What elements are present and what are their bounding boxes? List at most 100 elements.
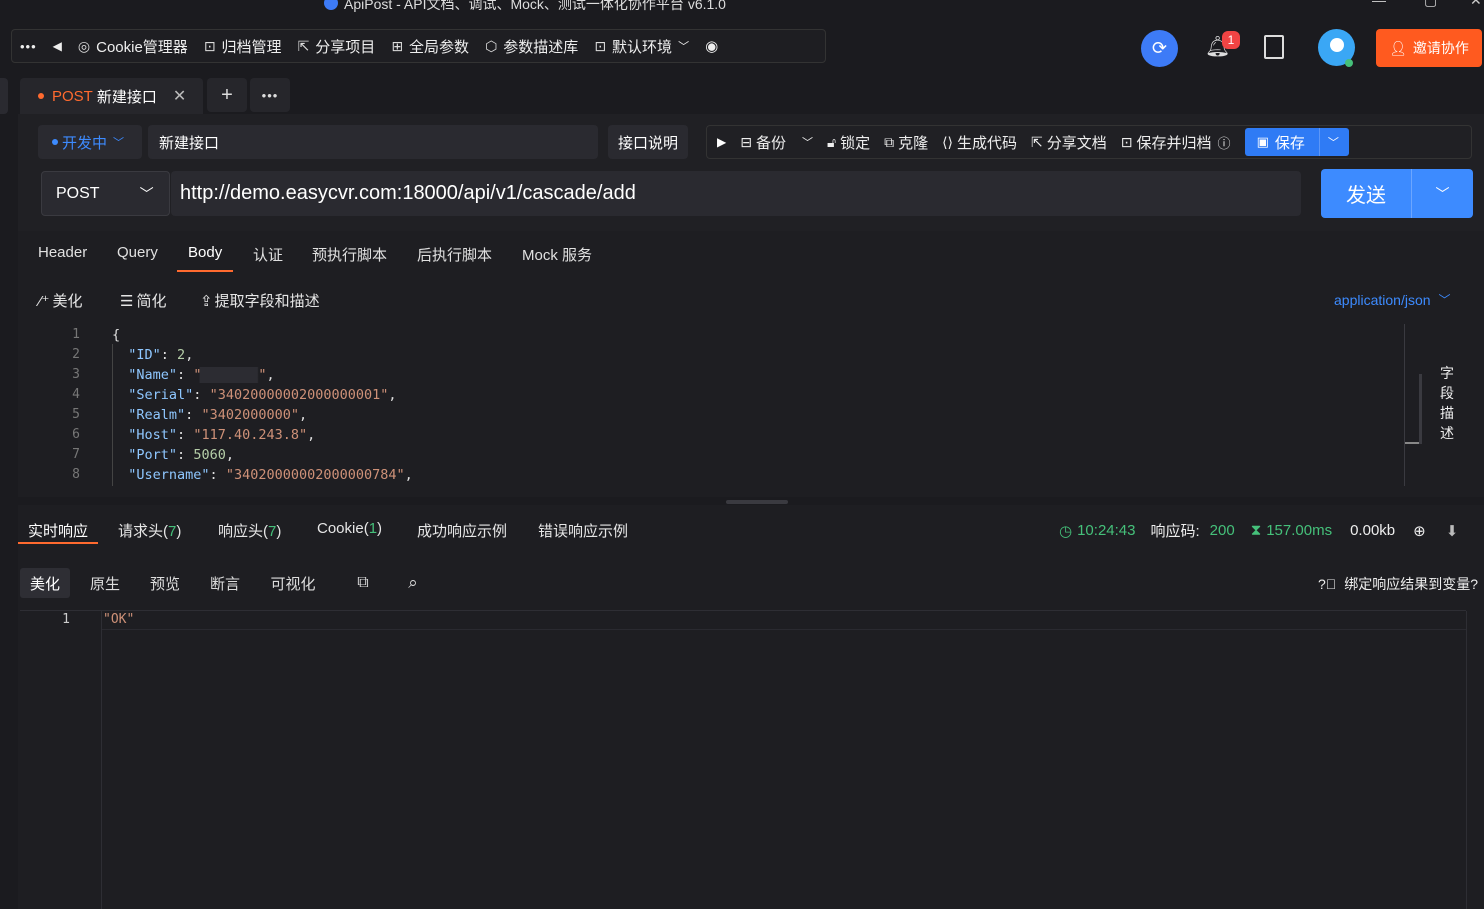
field-desc-char: 段 (1440, 385, 1454, 401)
url-input[interactable]: http://demo.easycvr.com:18000/api/v1/cas… (171, 171, 1301, 216)
save-archive-button[interactable]: ⊡ 保存并归档 ⓘ (1121, 132, 1231, 153)
cookie-manager-button[interactable]: ◎ Cookie管理器 (70, 29, 196, 63)
globe-icon[interactable]: ⊕ (1413, 522, 1426, 540)
global-params-button[interactable]: ⊞ 全局参数 (383, 29, 477, 63)
view-tab-visualize[interactable]: 可视化 (260, 568, 326, 598)
add-tab-button[interactable]: + (207, 78, 247, 112)
sidebar-collapse-handle[interactable] (0, 78, 8, 114)
invite-label: 邀请协作 (1412, 40, 1469, 56)
code-line[interactable]: { (112, 327, 120, 343)
minimize-icon[interactable]: — (1372, 0, 1386, 8)
online-status-dot (1345, 59, 1353, 67)
tab-pre-script[interactable]: 预执行脚本 (312, 244, 387, 265)
tab-header[interactable]: Header (38, 244, 87, 261)
share-doc-label: 分享文档 (1046, 134, 1107, 152)
param-library-button[interactable]: ⬡ 参数描述库 (477, 29, 586, 63)
line-number: 4 (72, 387, 80, 402)
bind-response-variable[interactable]: ?⃝ 绑定响应结果到变量? (1318, 574, 1478, 594)
tab-query[interactable]: Query (117, 244, 158, 261)
tab-post-script[interactable]: 后执行脚本 (417, 244, 492, 265)
resp-headers-label: 响应头( (218, 523, 268, 540)
help-icon[interactable]: ⓘ (1218, 133, 1231, 152)
editor-scrollbar[interactable] (1404, 324, 1422, 486)
extract-fields-button[interactable]: ⇪ 提取字段和描述 (200, 290, 320, 311)
tab-error-example[interactable]: 错误响应示例 (538, 520, 628, 541)
more-menu-button[interactable]: ••• (12, 29, 45, 63)
tab-cookie[interactable]: Cookie(1) (317, 520, 382, 537)
status-select[interactable]: 开发中 ﹀ (38, 125, 142, 159)
unsaved-dot (38, 93, 44, 99)
generate-code-button[interactable]: ⟨⟩ 生成代码 (942, 132, 1017, 153)
resize-handle[interactable] (726, 500, 788, 504)
tab-auth[interactable]: 认证 (253, 244, 283, 265)
play-icon[interactable]: ▶ (717, 135, 726, 149)
view-tab-raw[interactable]: 原生 (80, 568, 130, 598)
content-type-label: application/json (1334, 291, 1431, 308)
close-tab-icon[interactable]: ✕ (173, 86, 186, 106)
json-key: "ID" (128, 347, 161, 363)
send-dropdown-icon[interactable]: ﹀ (1411, 169, 1473, 218)
tab-more-button[interactable]: ••• (250, 78, 290, 112)
invite-button[interactable]: 👤︎ 邀请协作 (1376, 29, 1482, 67)
send-button[interactable]: 发送 ﹀ (1321, 169, 1473, 218)
json-value: 2 (177, 347, 186, 363)
api-name-input[interactable]: 新建接口 (148, 125, 598, 159)
share-project-button[interactable]: ⇱ 分享项目 (290, 29, 384, 63)
eye-icon[interactable]: ◉ (697, 29, 726, 63)
json-value-redacted: " " (193, 367, 267, 383)
view-tab-assert[interactable]: 断言 (200, 568, 250, 598)
method-label: POST (56, 184, 100, 202)
save-button[interactable]: ▣ 保存 ﹀ (1244, 128, 1349, 156)
backup-label: 备份 (755, 134, 786, 152)
tab-response-headers[interactable]: 响应头(7) (218, 520, 281, 541)
line-number: 3 (72, 367, 80, 382)
json-key: "Username" (128, 467, 210, 483)
content-type-select[interactable]: application/json ﹀ (1334, 291, 1451, 308)
sync-icon[interactable]: ⟳ (1141, 30, 1178, 67)
view-tab-preview[interactable]: 预览 (140, 568, 190, 598)
environment-label: 默认环境 (612, 38, 673, 56)
chevron-down-icon: ﹀ (801, 137, 813, 149)
notes-icon[interactable] (1264, 35, 1284, 59)
method-select[interactable]: POST ﹀ (41, 171, 170, 216)
close-window-icon[interactable]: ✕ (1470, 0, 1482, 9)
code-line[interactable]: "Host": "117.40.243.8", (112, 427, 315, 443)
beautify-button[interactable]: ⁄⁺ 美化 (39, 290, 82, 311)
tab-success-example[interactable]: 成功响应示例 (417, 520, 507, 541)
download-icon[interactable]: ⬇ (1446, 522, 1459, 540)
api-doc-button[interactable]: 接口说明 (608, 125, 688, 159)
code-line[interactable]: "Port": 5060, (112, 447, 234, 463)
lock-button[interactable]: 🔓︎ 锁定 (827, 132, 870, 153)
response-editor[interactable]: "OK" (101, 611, 1467, 909)
tab-method: POST (52, 87, 93, 105)
tab-body[interactable]: Body (188, 244, 222, 261)
field-desc-char: 字 (1440, 365, 1454, 381)
simplify-button[interactable]: ☰ 简化 (120, 290, 166, 311)
view-tab-beautify[interactable]: 美化 (20, 568, 70, 598)
param-library-label: 参数描述库 (503, 38, 579, 56)
clone-button[interactable]: ⧉ 克隆 (884, 132, 928, 153)
json-key: "Name" (128, 367, 178, 383)
maximize-icon[interactable]: ▢ (1424, 0, 1437, 9)
code-line[interactable]: "Name": " ", (112, 367, 275, 383)
json-key: "Realm" (128, 407, 186, 423)
tab-new-api[interactable]: POST 新建接口 ✕ (20, 78, 203, 114)
code-line[interactable]: "Serial": "34020000002000000001", (112, 387, 396, 403)
chevron-down-icon: ﹀ (113, 137, 125, 149)
field-description-panel-toggle[interactable]: 字 段 描 述 (1440, 363, 1458, 443)
copy-icon[interactable]: ⧉ (350, 568, 376, 598)
share-doc-button[interactable]: ⇱ 分享文档 (1031, 132, 1107, 153)
back-button[interactable]: ◀ (45, 29, 70, 63)
environment-select[interactable]: ⊡ 默认环境 ﹀ (586, 29, 697, 63)
code-line[interactable]: "Username": "34020000002000000784", (112, 467, 413, 483)
save-dropdown-icon[interactable]: ﹀ (1318, 128, 1339, 156)
backup-button[interactable]: ⊟ 备份 ﹀ (740, 132, 813, 153)
search-icon[interactable]: ⌕ (400, 568, 426, 598)
tab-mock[interactable]: Mock 服务 (522, 244, 592, 265)
code-line[interactable]: "ID": 2, (112, 347, 193, 363)
code-line[interactable]: "Realm": "3402000000", (112, 407, 307, 423)
tab-request-headers[interactable]: 请求头(7) (118, 520, 181, 541)
archive-button[interactable]: ⊡ 归档管理 (196, 29, 290, 63)
response-scrollbar[interactable] (1466, 611, 1484, 909)
tab-realtime-response[interactable]: 实时响应 (28, 520, 88, 541)
